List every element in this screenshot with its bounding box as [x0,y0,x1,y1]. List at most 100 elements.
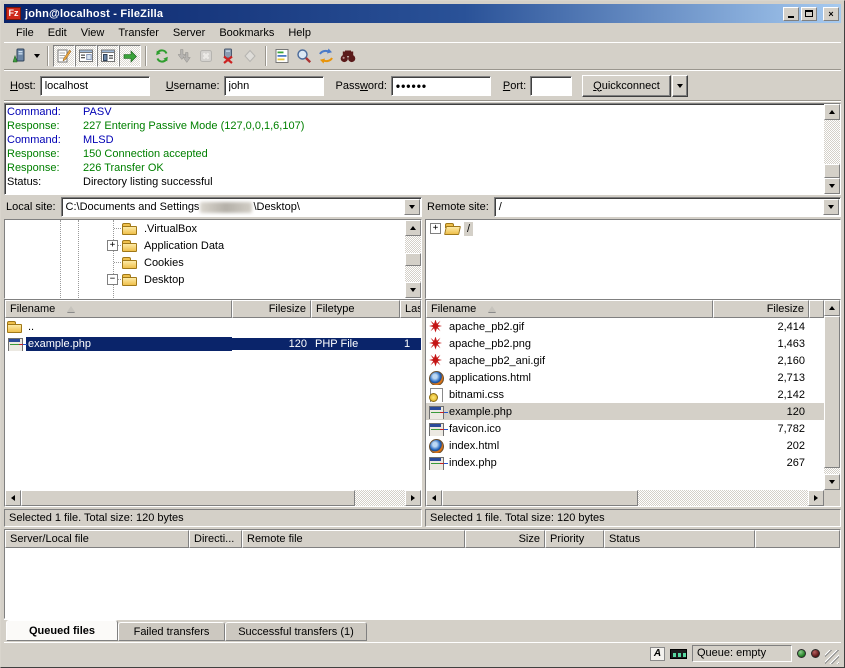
combo-dropdown-button[interactable] [823,199,839,215]
scroll-left-button[interactable] [5,490,21,506]
process-queue-button[interactable] [173,45,195,67]
reconnect-button[interactable] [239,45,261,67]
tree-expander-icon[interactable] [107,240,118,251]
refresh-icon [154,48,170,64]
tab-failed-transfers[interactable]: Failed transfers [118,622,225,641]
file-row[interactable]: apache_pb2.png 1,463 [426,335,824,352]
arrow-down-icon [829,184,835,191]
close-button[interactable]: × [823,7,839,21]
site-manager-button[interactable] [8,45,30,67]
port-input[interactable] [530,76,572,96]
local-tree-box: .VirtualBox Application Data Cookies [4,219,422,299]
toggle-remote-tree-button[interactable] [97,45,119,67]
quickconnect-dropdown[interactable] [672,75,688,97]
scroll-up-button[interactable] [405,220,421,236]
scroll-down-button[interactable] [824,178,840,194]
minimize-button[interactable] [783,7,799,21]
scroll-thumb[interactable] [405,253,421,266]
toggle-local-tree-button[interactable] [75,45,97,67]
queue-body[interactable] [5,548,840,618]
scroll-thumb[interactable] [21,490,355,506]
tab-successful-transfers[interactable]: Successful transfers (1) [225,622,367,641]
synchronized-browsing-button[interactable] [315,45,337,67]
column-header-filesize[interactable]: Filesize [713,300,809,318]
disconnect-button[interactable] [217,45,239,67]
chevron-down-icon [409,205,415,212]
cancel-operation-button[interactable] [195,45,217,67]
column-header-last-modified[interactable]: Last modified [400,300,421,318]
tree-item[interactable]: .VirtualBox [5,220,405,237]
file-row[interactable]: favicon.ico 7,782 [426,420,824,437]
column-header-filesize[interactable]: Filesize [232,300,311,318]
app-icon[interactable]: Fz [6,7,21,20]
file-row[interactable]: index.php 267 [426,454,824,471]
scroll-right-button[interactable] [808,490,824,506]
tree-expander-icon[interactable] [430,223,441,234]
reconnect-icon [242,48,258,64]
find-files-button[interactable] [337,45,359,67]
directory-comparison-button[interactable] [293,45,315,67]
remote-list-scrollbar[interactable] [824,300,840,490]
column-header-status[interactable]: Status [604,530,755,548]
file-row[interactable]: example.php 120 [426,403,824,420]
file-row[interactable]: bitnami.css 2,142 [426,386,824,403]
file-row[interactable]: index.html 202 [426,437,824,454]
scroll-down-button[interactable] [824,474,840,490]
toggle-message-log-button[interactable] [53,45,75,67]
tree-item[interactable]: Desktop [5,271,405,288]
menu-item[interactable]: Bookmarks [212,25,281,41]
site-manager-dropdown[interactable] [30,45,43,67]
column-header-server-local-file[interactable]: Server/Local file [5,530,189,548]
refresh-button[interactable] [151,45,173,67]
column-header-filename[interactable]: Filename [426,300,713,318]
scroll-up-button[interactable] [824,300,840,316]
scroll-right-button[interactable] [405,490,421,506]
password-input[interactable] [391,76,491,96]
remote-site-combobox[interactable]: / [494,197,841,217]
menu-item[interactable]: Edit [41,25,74,41]
scroll-thumb[interactable] [824,164,840,178]
remote-list-hscrollbar[interactable] [426,490,824,506]
scroll-thumb[interactable] [824,316,840,468]
local-site-combobox[interactable]: C:\Documents and Settings\Desktop\ [61,197,422,217]
log-scrollbar[interactable] [824,104,840,194]
resize-grip[interactable] [825,650,839,664]
tab-queued-files[interactable]: Queued files [6,620,118,641]
local-list-hscrollbar[interactable] [5,490,421,506]
file-row[interactable]: .. [5,318,421,335]
column-header-priority[interactable]: Priority [545,530,604,548]
scroll-down-button[interactable] [405,282,421,298]
remote-directory-tree[interactable]: / [426,220,840,298]
directory-filters-button[interactable] [271,45,293,67]
file-icon [428,456,444,470]
tree-item[interactable]: Cookies [5,254,405,271]
file-row[interactable]: example.php 120 PHP File 1 [5,335,421,352]
file-row[interactable]: apache_pb2_ani.gif 2,160 [426,352,824,369]
column-header-filename[interactable]: Filename [5,300,232,318]
menu-item[interactable]: Help [281,25,318,41]
local-directory-tree[interactable]: .VirtualBox Application Data Cookies [5,220,405,298]
combo-dropdown-button[interactable] [404,199,420,215]
scroll-thumb[interactable] [442,490,638,506]
menu-item[interactable]: File [9,25,41,41]
local-tree-scrollbar[interactable] [405,220,421,298]
toggle-queue-button[interactable] [119,45,141,67]
scroll-up-button[interactable] [824,104,840,120]
scroll-left-button[interactable] [426,490,442,506]
host-input[interactable] [40,76,150,96]
column-header-filetype[interactable]: Filetype [311,300,400,318]
column-header-size[interactable]: Size [465,530,545,548]
menu-item[interactable]: View [74,25,112,41]
file-row[interactable]: applications.html 2,713 [426,369,824,386]
file-row[interactable]: apache_pb2.gif 2,414 [426,318,824,335]
menu-item[interactable]: Transfer [111,25,166,41]
column-header-direction[interactable]: Directi... [189,530,242,548]
tree-item[interactable]: / [426,220,840,237]
maximize-button[interactable] [801,7,817,21]
column-header-remote-file[interactable]: Remote file [242,530,465,548]
quickconnect-button[interactable]: Quickconnect [582,75,671,97]
menu-item[interactable]: Server [166,25,212,41]
tree-item[interactable]: Application Data [5,237,405,254]
username-input[interactable] [224,76,324,96]
tree-expander-icon[interactable] [107,274,118,285]
